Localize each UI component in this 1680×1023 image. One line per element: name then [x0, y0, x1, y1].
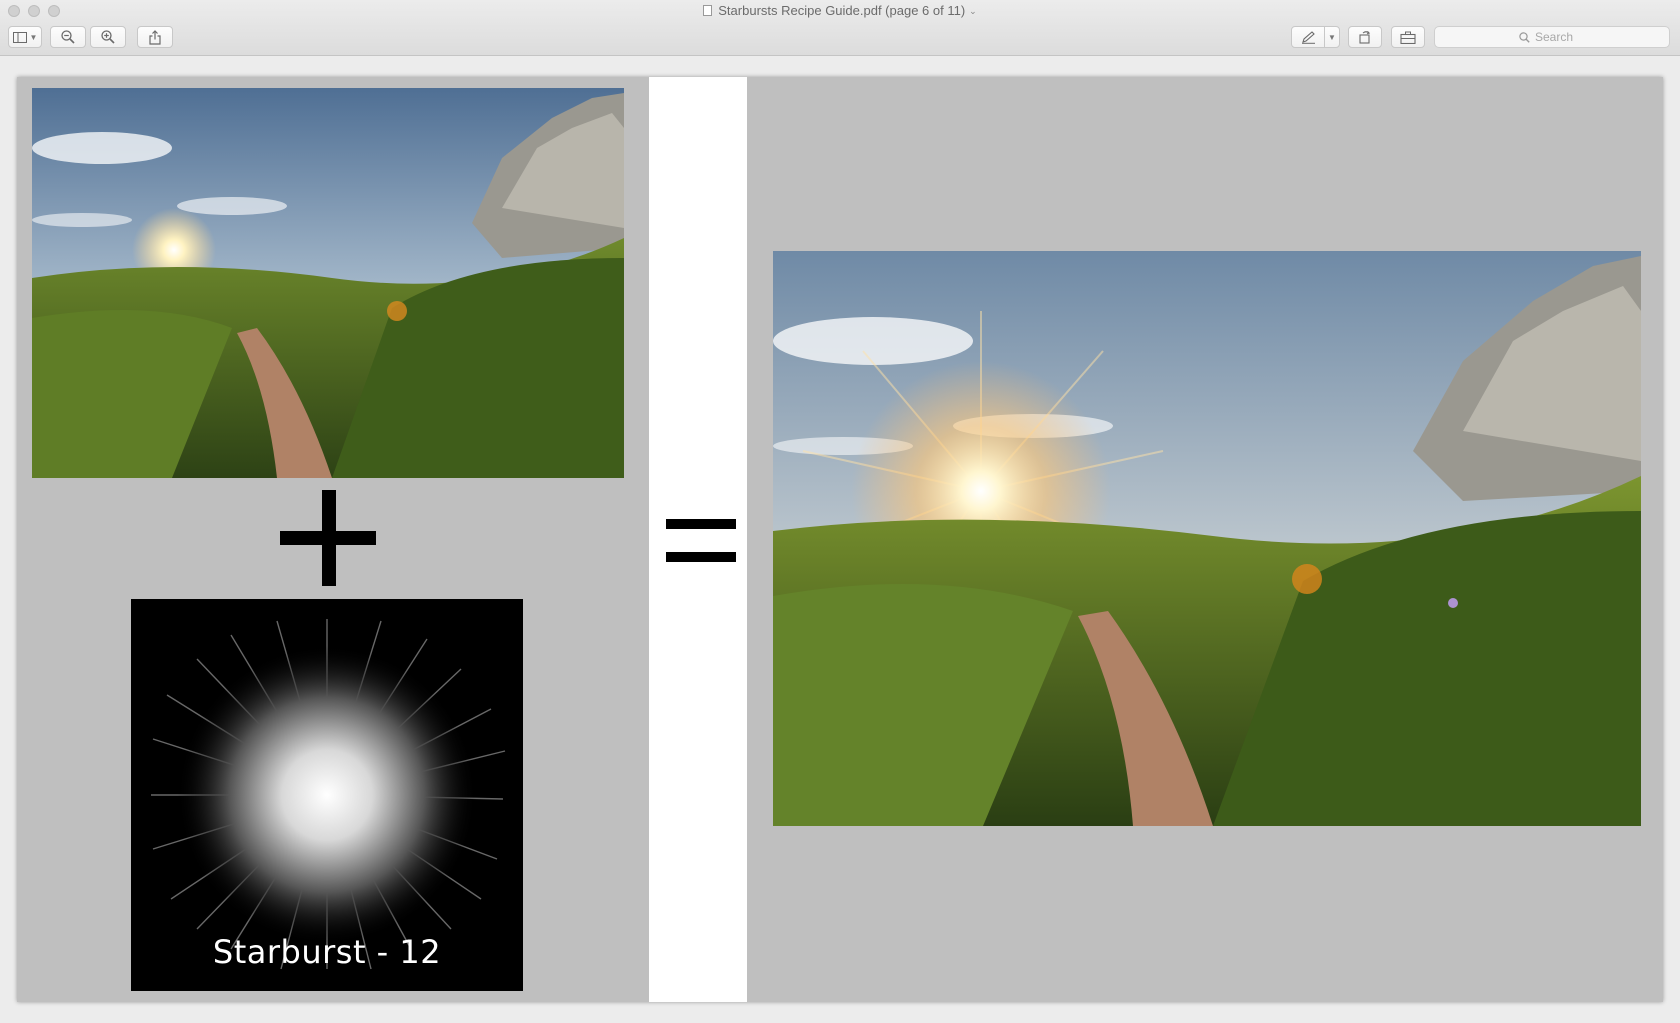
equals-column	[649, 77, 747, 1002]
markup-options-button[interactable]: ▼	[1324, 26, 1340, 48]
sidebar-toggle-button[interactable]: ▼	[8, 26, 42, 48]
starburst-label: Starburst - 12	[212, 933, 442, 971]
equals-symbol	[666, 519, 736, 562]
zoom-in-icon	[101, 30, 115, 44]
result-photo	[773, 251, 1641, 826]
markup-button[interactable]	[1291, 26, 1325, 48]
page-right-column	[747, 77, 1663, 1002]
window-title[interactable]: Starbursts Recipe Guide.pdf (page 6 of 1…	[0, 3, 1680, 19]
chevron-down-icon: ▼	[1328, 32, 1336, 42]
landscape-photo-image	[32, 88, 624, 478]
rotate-button[interactable]	[1348, 26, 1382, 48]
search-input[interactable]	[1535, 30, 1585, 44]
zoom-out-button[interactable]	[50, 26, 86, 48]
share-icon	[149, 29, 161, 45]
page-left-column: Starburst - 12	[17, 77, 649, 1002]
pen-icon	[1301, 30, 1315, 44]
pdf-document-icon	[703, 5, 713, 16]
window-titlebar: Starbursts Recipe Guide.pdf (page 6 of 1…	[0, 0, 1680, 56]
toolbox-icon	[1400, 31, 1416, 44]
pdf-page: Starburst - 12	[17, 77, 1663, 1002]
zoom-out-icon	[61, 30, 75, 44]
document-view[interactable]: Starburst - 12	[0, 56, 1680, 1023]
starburst-preview: Starburst - 12	[131, 599, 523, 991]
toolbox-button[interactable]	[1391, 26, 1425, 48]
share-button[interactable]	[137, 26, 173, 48]
original-photo	[32, 88, 624, 478]
zoom-in-button[interactable]	[90, 26, 126, 48]
search-field[interactable]	[1434, 26, 1670, 48]
sidebar-icon	[12, 31, 27, 43]
rotate-icon	[1359, 30, 1371, 44]
plus-symbol	[280, 490, 376, 586]
window-title-text: Starbursts Recipe Guide.pdf (page 6 of 1…	[718, 3, 966, 18]
search-icon	[1519, 31, 1530, 43]
chevron-down-icon: ▼	[29, 32, 38, 42]
chevron-down-icon: ⌄	[969, 6, 977, 16]
landscape-starburst-result-image	[773, 251, 1641, 826]
